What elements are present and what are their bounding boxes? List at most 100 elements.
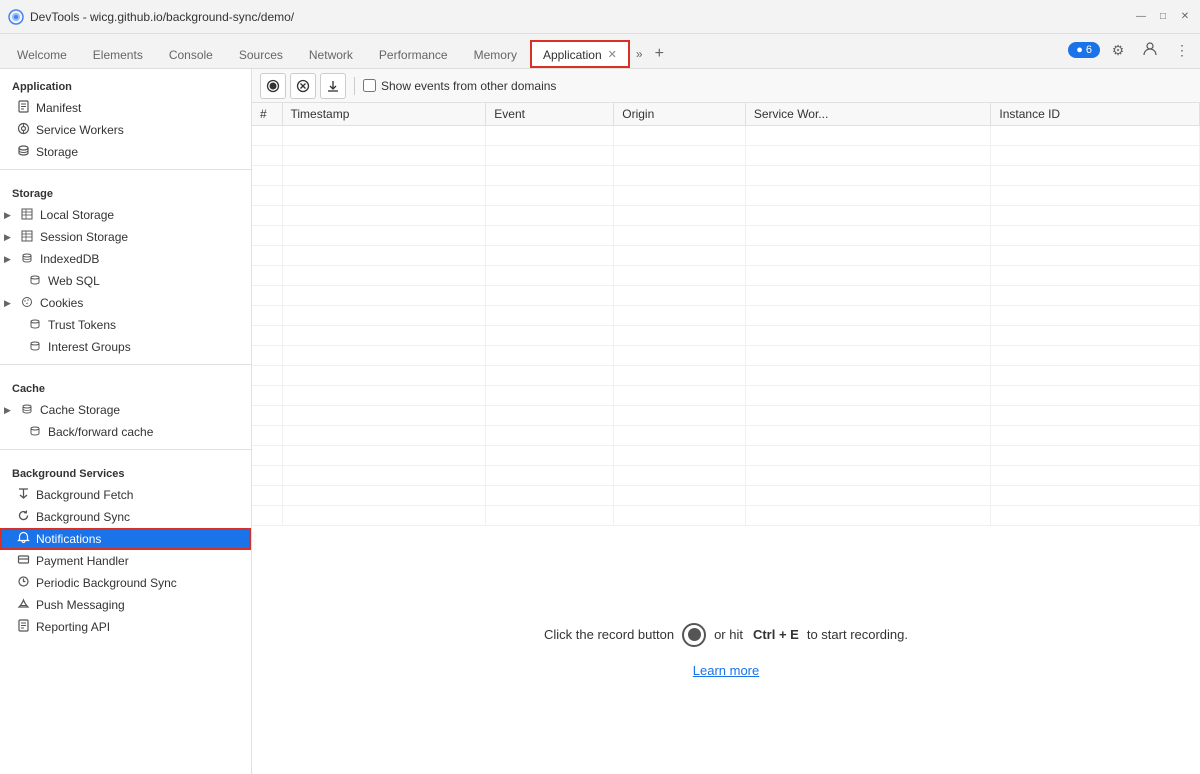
tab-memory[interactable]: Memory — [461, 40, 530, 68]
sidebar-item-back-forward-cache[interactable]: Back/forward cache — [0, 421, 251, 443]
clear-button[interactable] — [290, 73, 316, 99]
col-instance-id: Instance ID — [991, 103, 1200, 126]
events-table: # Timestamp Event Origin Service Wor... … — [252, 103, 1200, 526]
background-fetch-icon — [16, 487, 30, 503]
divider-3 — [0, 449, 251, 450]
tab-application[interactable]: Application ✕ — [530, 40, 630, 68]
payment-handler-label: Payment Handler — [36, 554, 129, 568]
col-origin: Origin — [614, 103, 746, 126]
show-events-label[interactable]: Show events from other domains — [363, 79, 556, 93]
tab-console[interactable]: Console — [156, 40, 226, 68]
customize-button[interactable] — [1136, 36, 1164, 64]
more-tabs-button[interactable]: » — [630, 40, 649, 68]
web-sql-icon — [28, 274, 42, 289]
devtools-logo — [8, 9, 24, 25]
session-storage-label: Session Storage — [40, 230, 128, 244]
sidebar-item-local-storage[interactable]: ▶ Local Storage — [0, 204, 251, 226]
sidebar-item-web-sql[interactable]: Web SQL — [0, 270, 251, 292]
arrow-icon: ▶ — [4, 405, 14, 416]
window-controls: — □ ✕ — [1134, 10, 1192, 24]
manifest-label: Manifest — [36, 101, 81, 115]
more-options-button[interactable]: ⋮ — [1168, 36, 1196, 64]
push-messaging-icon — [16, 597, 30, 613]
col-hash: # — [252, 103, 282, 126]
sidebar-item-cache-storage[interactable]: ▶ Cache Storage — [0, 399, 251, 421]
notifications-label: Notifications — [36, 532, 101, 546]
sidebar-section-storage: Storage — [0, 176, 251, 204]
col-timestamp: Timestamp — [282, 103, 486, 126]
storage-label: Storage — [36, 145, 78, 159]
sidebar-item-background-fetch[interactable]: Background Fetch — [0, 484, 251, 506]
table-row — [252, 386, 1200, 406]
table-row — [252, 246, 1200, 266]
sidebar-item-background-sync[interactable]: Background Sync — [0, 506, 251, 528]
toolbar-divider — [354, 77, 355, 95]
sidebar-item-notifications[interactable]: Notifications — [0, 528, 251, 550]
indexeddb-icon — [20, 252, 34, 267]
tab-welcome[interactable]: Welcome — [4, 40, 80, 68]
tab-bar-right: ● 6 ⚙ ⋮ — [1068, 36, 1196, 68]
sidebar-section-background: Background Services — [0, 456, 251, 484]
service-workers-label: Service Workers — [36, 123, 124, 137]
service-workers-icon — [16, 122, 30, 138]
table-row — [252, 486, 1200, 506]
sidebar-item-interest-groups[interactable]: Interest Groups — [0, 336, 251, 358]
download-button[interactable] — [320, 73, 346, 99]
sidebar-item-trust-tokens[interactable]: Trust Tokens — [0, 314, 251, 336]
periodic-sync-icon — [16, 575, 30, 591]
tab-close-icon[interactable]: ✕ — [608, 48, 617, 61]
issues-badge[interactable]: ● 6 — [1068, 42, 1100, 58]
learn-more-link[interactable]: Learn more — [693, 663, 759, 678]
tab-performance[interactable]: Performance — [366, 40, 461, 68]
table-row — [252, 466, 1200, 486]
add-tab-button[interactable]: + — [649, 40, 670, 68]
web-sql-label: Web SQL — [48, 274, 100, 288]
arrow-icon: ▶ — [4, 298, 14, 309]
tab-sources[interactable]: Sources — [226, 40, 296, 68]
table-row — [252, 206, 1200, 226]
arrow-icon: ▶ — [4, 232, 14, 243]
sidebar-item-periodic-background-sync[interactable]: Periodic Background Sync — [0, 572, 251, 594]
sidebar-item-payment-handler[interactable]: Payment Handler — [0, 550, 251, 572]
sidebar: Application Manifest Service Workers Sto… — [0, 69, 252, 774]
back-forward-icon — [28, 425, 42, 440]
sidebar-item-cookies[interactable]: ▶ Cookies — [0, 292, 251, 314]
sidebar-item-manifest[interactable]: Manifest — [0, 97, 251, 119]
sidebar-item-session-storage[interactable]: ▶ Session Storage — [0, 226, 251, 248]
reporting-api-icon — [16, 619, 30, 635]
tab-elements[interactable]: Elements — [80, 40, 156, 68]
main-layout: Application Manifest Service Workers Sto… — [0, 69, 1200, 774]
settings-icon: ⚙ — [1112, 42, 1125, 59]
show-events-checkbox[interactable] — [363, 79, 376, 92]
maximize-button[interactable]: □ — [1156, 10, 1170, 24]
table-row — [252, 366, 1200, 386]
table-row — [252, 306, 1200, 326]
table-row — [252, 186, 1200, 206]
payment-handler-icon — [16, 553, 30, 569]
tab-network[interactable]: Network — [296, 40, 366, 68]
sidebar-item-push-messaging[interactable]: Push Messaging — [0, 594, 251, 616]
people-icon — [1142, 41, 1158, 60]
sidebar-item-reporting-api[interactable]: Reporting API — [0, 616, 251, 638]
sidebar-item-indexeddb[interactable]: ▶ IndexedDB — [0, 248, 251, 270]
notifications-icon — [16, 531, 30, 547]
issues-count: 6 — [1086, 44, 1092, 56]
divider-2 — [0, 364, 251, 365]
table-area: # Timestamp Event Origin Service Wor... … — [252, 103, 1200, 526]
local-storage-icon — [20, 208, 34, 223]
settings-button[interactable]: ⚙ — [1104, 36, 1132, 64]
title-bar: DevTools - wicg.github.io/background-syn… — [0, 0, 1200, 34]
sidebar-item-storage[interactable]: Storage — [0, 141, 251, 163]
minimize-button[interactable]: — — [1134, 10, 1148, 24]
close-button[interactable]: ✕ — [1178, 10, 1192, 24]
content-toolbar: Show events from other domains — [252, 69, 1200, 103]
col-service-worker: Service Wor... — [745, 103, 991, 126]
table-row — [252, 126, 1200, 146]
back-forward-cache-label: Back/forward cache — [48, 425, 153, 439]
storage-icon — [16, 144, 30, 160]
record-button[interactable] — [260, 73, 286, 99]
sidebar-item-service-workers[interactable]: Service Workers — [0, 119, 251, 141]
more-icon: ⋮ — [1175, 42, 1189, 59]
cookies-label: Cookies — [40, 296, 83, 310]
sidebar-section-cache: Cache — [0, 371, 251, 399]
